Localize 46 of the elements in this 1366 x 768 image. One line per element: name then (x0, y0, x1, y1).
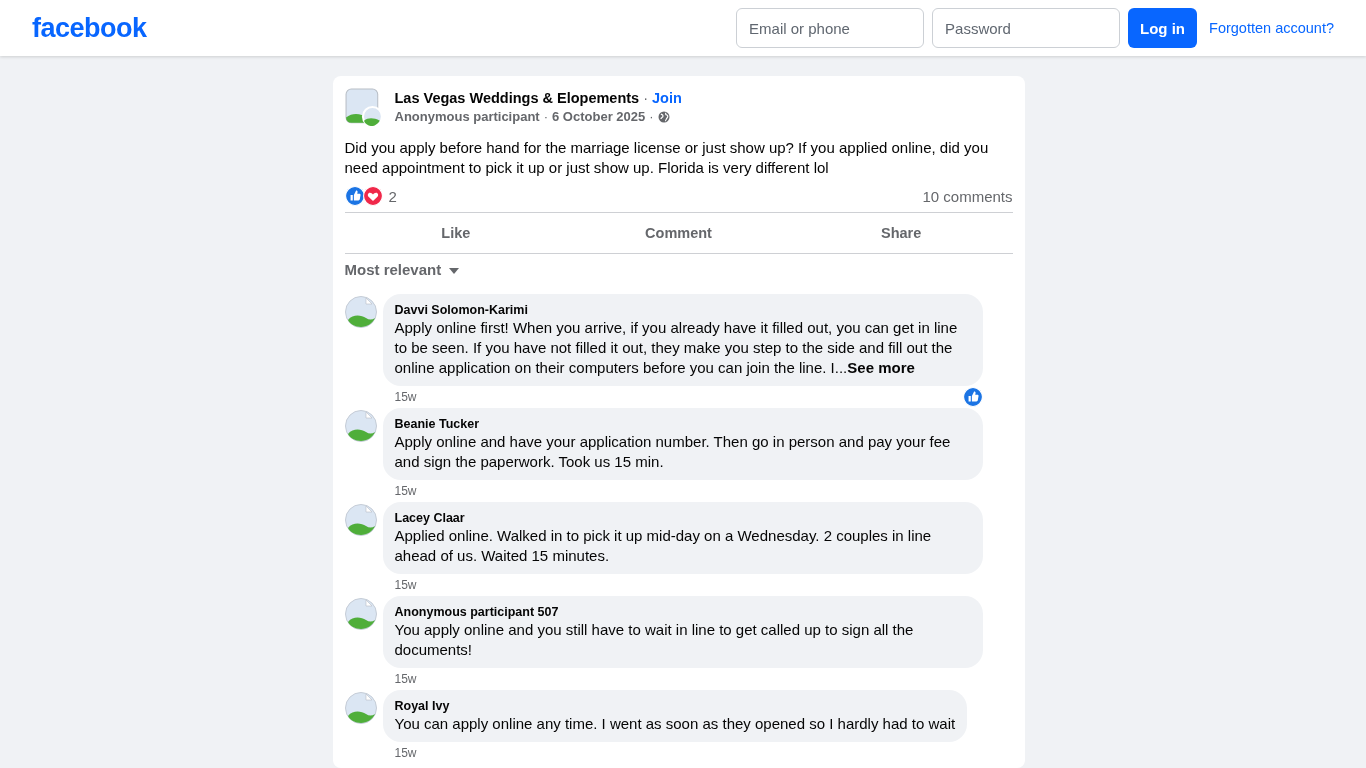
see-more-link[interactable]: See more (847, 359, 915, 376)
comment-time[interactable]: 15w (394, 672, 417, 686)
post-action-button[interactable]: Comment (567, 215, 790, 251)
logo[interactable]: facebook (32, 12, 147, 44)
comment-time[interactable]: 15w (394, 746, 417, 760)
comment-text: You can apply online any time. I went as soon as they opened so I hardly had to wait (394, 714, 956, 734)
heart-reaction-icon (362, 186, 383, 206)
group-name[interactable]: Las Vegas Weddings & Elopements (394, 90, 640, 106)
login-button[interactable]: Log in (1128, 8, 1198, 48)
commenter-name[interactable]: Davvi Solomon-Karimi (394, 302, 971, 318)
comment-text: Apply online first! When you arrive, if you already have it filled out, you can get in line to be seen. If you have not filled it out, they make you step to the side and fill out the online application on their computers before you can join the line. I...See more (394, 318, 959, 378)
comments-count[interactable]: 10 comments (922, 187, 1013, 205)
comment-text: Applied online. Walked in to pick it up mid-day on a Wednesday. 2 couples in line ahead of us. Waited 15 minutes. (394, 526, 933, 566)
reaction-count[interactable]: 2 (388, 187, 397, 205)
email-field[interactable]: Email or phone (736, 8, 925, 48)
group-avatar-icon[interactable] (344, 88, 383, 126)
author-name: Anonymous participant (394, 109, 540, 124)
sort-dropdown[interactable]: Most relevant (344, 257, 460, 282)
commenter-name[interactable]: Beanie Tucker (394, 416, 971, 432)
separator-dot: · (643, 90, 649, 106)
forgotten-account-link[interactable]: Forgotten account? (1209, 20, 1334, 36)
comment-text: You apply online and you still have to wait in line to get called up to sign all the documents! (394, 620, 915, 660)
like-reaction-icon (344, 186, 365, 206)
separator-dot: · (543, 109, 549, 124)
comment-time[interactable]: 15w (394, 484, 417, 498)
separator-dot: · (649, 109, 654, 124)
avatar-icon[interactable] (344, 504, 377, 536)
commenter-name[interactable]: Anonymous participant 507 (394, 604, 971, 620)
post-text: Did you apply before hand for the marriage license or just show up? If you applied online, did you need appointment to pick it up or just show up. Florida is very different lol (344, 138, 990, 178)
caret-icon (449, 268, 460, 274)
comment-time[interactable]: 15w (394, 578, 417, 592)
commenter-name[interactable]: Lacey Claar (394, 510, 971, 526)
globe-icon (657, 110, 670, 123)
post-action-button[interactable]: Share (789, 215, 1013, 251)
post-date[interactable]: 6 October 2025 (552, 109, 646, 124)
comment-text: Apply online and have your application number. Then go in person and pay your fee and sign the paperwork. Took us 15 min. (394, 432, 952, 472)
post-action-button[interactable]: Like (344, 215, 568, 251)
comment-time[interactable]: 15w (394, 390, 417, 404)
like-reaction-icon (962, 387, 983, 407)
avatar-icon[interactable] (344, 692, 377, 724)
avatar-icon[interactable] (344, 410, 377, 442)
commenter-name[interactable]: Royal Ivy (394, 698, 956, 714)
avatar-icon[interactable] (344, 598, 377, 630)
avatar-icon[interactable] (344, 296, 377, 328)
join-link[interactable]: Join (652, 90, 682, 106)
password-field[interactable]: Password (932, 8, 1121, 48)
